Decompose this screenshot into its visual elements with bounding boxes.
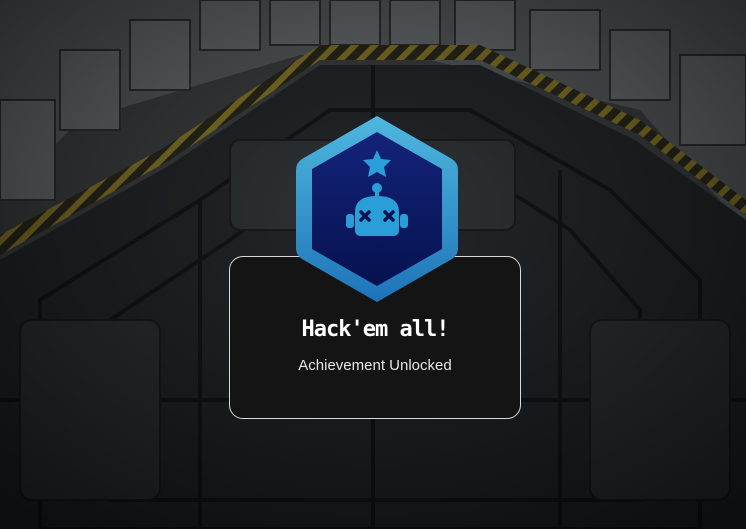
achievement-subtitle: Achievement Unlocked	[298, 357, 452, 374]
achievement-title: Hack'em all!	[301, 317, 450, 342]
achievement-badge	[296, 116, 458, 302]
